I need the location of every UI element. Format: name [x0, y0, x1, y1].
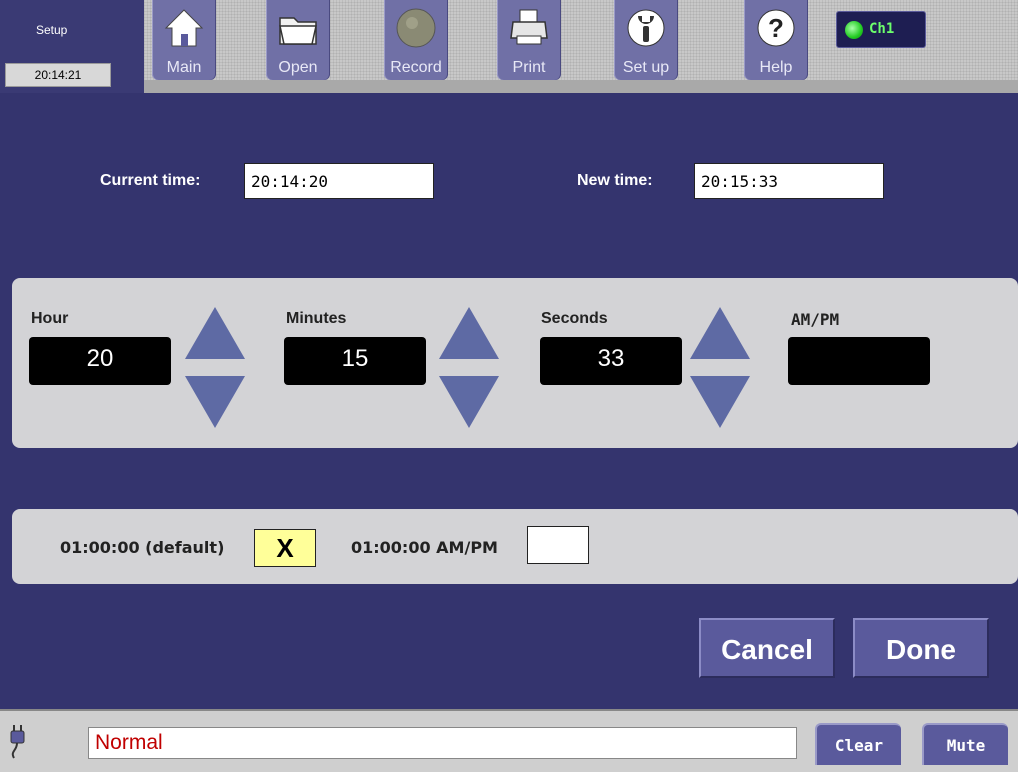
main-button[interactable]: Main — [152, 0, 216, 80]
seconds-up-arrow-icon[interactable] — [690, 307, 750, 359]
format-12h-checkbox[interactable] — [527, 526, 589, 564]
folder-icon — [279, 17, 317, 45]
seconds-value: 33 — [540, 337, 682, 385]
ampm-label: AM/PM — [791, 310, 840, 329]
minutes-value: 15 — [284, 337, 426, 385]
setup-button[interactable]: Set up — [614, 0, 678, 80]
ampm-value[interactable] — [788, 337, 930, 385]
print-button-label: Print — [512, 59, 546, 76]
record-icon — [396, 8, 436, 48]
format-12h-label: 01:00:00 AM/PM — [351, 538, 498, 557]
hour-value: 20 — [29, 337, 171, 385]
main-button-label: Main — [166, 59, 202, 76]
current-time-label: Current time: — [100, 172, 201, 189]
status-message-field: Normal — [88, 727, 797, 759]
new-time-label: New time: — [577, 172, 653, 189]
time-adjust-panel: Hour 20 Minutes 15 Seconds 33 AM/PM — [12, 278, 1018, 448]
seconds-label: Seconds — [541, 310, 608, 327]
print-button[interactable]: Print — [497, 0, 561, 80]
seconds-down-arrow-icon[interactable] — [690, 376, 750, 428]
screen-title-block: Setup 20:14:21 — [0, 0, 144, 93]
mute-button[interactable]: Mute — [922, 723, 1008, 765]
minutes-label: Minutes — [286, 310, 347, 327]
clock-display: 20:14:21 — [5, 63, 111, 87]
record-button-label: Record — [390, 59, 442, 76]
channel-status-led-icon — [845, 21, 863, 39]
new-time-field: 20:15:33 — [694, 163, 884, 199]
status-bar: Normal Clear Mute — [0, 709, 1018, 772]
hour-label: Hour — [31, 310, 69, 327]
wrench-icon — [627, 9, 665, 47]
svg-text:?: ? — [768, 13, 784, 43]
minutes-up-arrow-icon[interactable] — [439, 307, 499, 359]
format-24h-checkbox[interactable]: X — [254, 529, 316, 567]
clear-button[interactable]: Clear — [815, 723, 901, 765]
home-icon — [164, 9, 204, 47]
open-button-label: Open — [278, 59, 318, 76]
open-button[interactable]: Open — [266, 0, 330, 80]
done-button[interactable]: Done — [853, 618, 989, 678]
hour-down-arrow-icon[interactable] — [185, 376, 245, 428]
time-format-panel: 01:00:00 (default) X 01:00:00 AM/PM — [12, 509, 1018, 584]
plug-icon — [10, 725, 25, 759]
minutes-down-arrow-icon[interactable] — [439, 376, 499, 428]
screen-title: Setup — [36, 23, 68, 37]
current-time-field: 20:14:20 — [244, 163, 434, 199]
record-button[interactable]: Record — [384, 0, 448, 80]
printer-icon — [510, 9, 548, 45]
toolbar-band — [0, 80, 1018, 93]
hour-up-arrow-icon[interactable] — [185, 307, 245, 359]
setup-button-label: Set up — [622, 59, 670, 76]
cancel-button[interactable]: Cancel — [699, 618, 835, 678]
channel-label: Ch1 — [869, 21, 895, 37]
help-button-label: Help — [759, 59, 793, 76]
top-toolbar: Setup 20:14:21 Main Open Record Print Se… — [0, 0, 1018, 93]
format-24h-label: 01:00:00 (default) — [60, 538, 225, 557]
help-button[interactable]: ? Help — [744, 0, 808, 80]
help-icon: ? — [757, 9, 795, 47]
channel-indicator[interactable]: Ch1 — [836, 11, 926, 48]
